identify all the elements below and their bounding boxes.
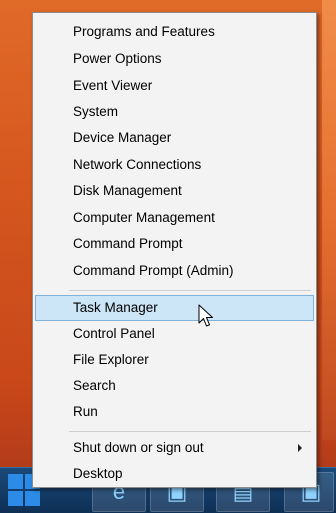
mouse-cursor-icon bbox=[198, 304, 213, 327]
menu-item-network-connections[interactable]: Network Connections bbox=[35, 152, 314, 178]
menu-item-run[interactable]: Run bbox=[35, 399, 314, 425]
wallpaper-streak bbox=[322, 0, 336, 440]
menu-item-control-panel[interactable]: Control Panel bbox=[35, 321, 314, 347]
windows-logo-pane bbox=[25, 491, 40, 506]
menu-item-file-explorer[interactable]: File Explorer bbox=[35, 347, 314, 373]
menu-item-desktop[interactable]: Desktop bbox=[35, 461, 314, 487]
menu-item-label: Shut down or sign out bbox=[73, 440, 204, 455]
menu-item-shut-down-or-sign-out[interactable]: Shut down or sign out bbox=[35, 435, 314, 461]
menu-item-computer-management[interactable]: Computer Management bbox=[35, 205, 314, 231]
windows-logo-icon bbox=[8, 474, 23, 489]
submenu-arrow-icon bbox=[298, 444, 302, 452]
menu-item-event-viewer[interactable]: Event Viewer bbox=[35, 73, 314, 99]
windows-logo-pane bbox=[8, 491, 23, 506]
menu-item-device-manager[interactable]: Device Manager bbox=[35, 125, 314, 151]
menu-separator bbox=[69, 431, 311, 432]
menu-item-search[interactable]: Search bbox=[35, 373, 314, 399]
menu-item-task-manager[interactable]: Task Manager bbox=[35, 295, 314, 321]
menu-item-command-prompt[interactable]: Command Prompt bbox=[35, 231, 314, 257]
menu-separator bbox=[69, 290, 311, 291]
quick-link-context-menu: Programs and Features Power Options Even… bbox=[32, 12, 317, 488]
menu-item-command-prompt-admin[interactable]: Command Prompt (Admin) bbox=[35, 258, 314, 284]
menu-item-disk-management[interactable]: Disk Management bbox=[35, 178, 314, 204]
menu-item-system[interactable]: System bbox=[35, 99, 314, 125]
menu-item-power-options[interactable]: Power Options bbox=[35, 46, 314, 72]
menu-item-programs-and-features[interactable]: Programs and Features bbox=[35, 19, 314, 45]
